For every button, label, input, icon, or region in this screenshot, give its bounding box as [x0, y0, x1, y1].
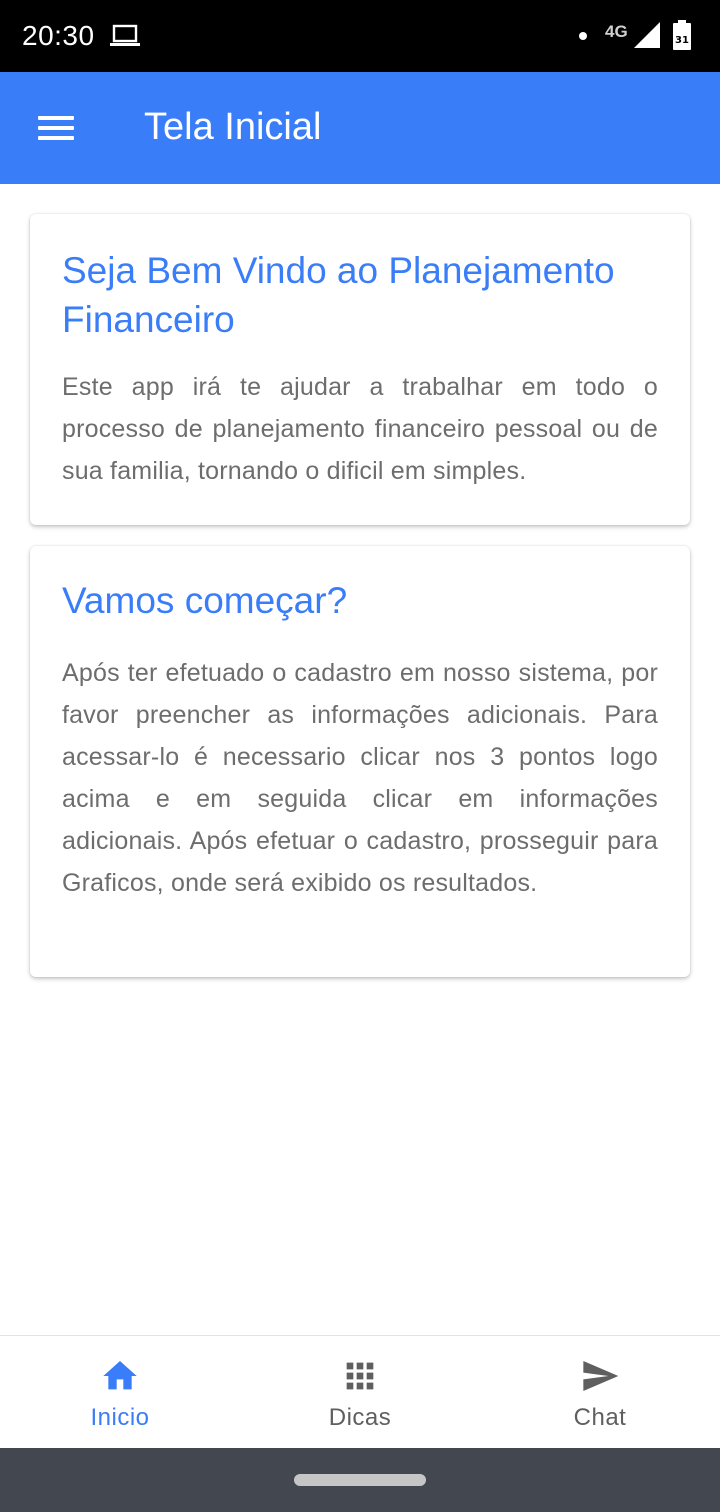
grid-icon: [346, 1362, 374, 1390]
notification-dot-icon: [579, 32, 587, 40]
system-navigation-bar: [0, 1448, 720, 1512]
welcome-card-title: Seja Bem Vindo ao Planejamento Financeir…: [62, 250, 615, 340]
laptop-icon: [110, 24, 140, 46]
nav-item-label: Dicas: [328, 1404, 392, 1431]
menu-icon[interactable]: [28, 108, 84, 148]
send-icon: [583, 1361, 619, 1391]
bottom-navigation: Inicio Dicas Chat: [0, 1335, 720, 1448]
battery-level: 31: [675, 35, 689, 46]
network-type: 4G: [605, 22, 628, 41]
nav-item-label: Chat: [573, 1404, 627, 1431]
welcome-card-text: Este app irá te ajudar a trabalhar em to…: [62, 373, 658, 485]
getting-started-card-title: Vamos começar?: [62, 580, 348, 621]
getting-started-card: Vamos começar? Após ter efetuado o cadas…: [30, 546, 690, 977]
nav-item-chat[interactable]: Chat: [480, 1336, 720, 1449]
nav-item-label: Inicio: [90, 1404, 150, 1431]
status-time: 20:30: [22, 20, 95, 51]
signal-icon: [634, 22, 660, 48]
status-bar: 20:30 4G 31: [0, 0, 720, 72]
page-title: Tela Inicial: [144, 106, 322, 148]
getting-started-card-text: Após ter efetuado o cadastro em nosso si…: [62, 659, 658, 897]
app-bar: Tela Inicial: [0, 72, 720, 184]
nav-item-inicio[interactable]: Inicio: [0, 1336, 240, 1449]
battery-icon: 31: [673, 20, 691, 50]
nav-item-dicas[interactable]: Dicas: [240, 1336, 480, 1449]
gesture-handle[interactable]: [294, 1474, 426, 1486]
welcome-card: Seja Bem Vindo ao Planejamento Financeir…: [30, 214, 690, 525]
home-icon: [103, 1361, 137, 1390]
